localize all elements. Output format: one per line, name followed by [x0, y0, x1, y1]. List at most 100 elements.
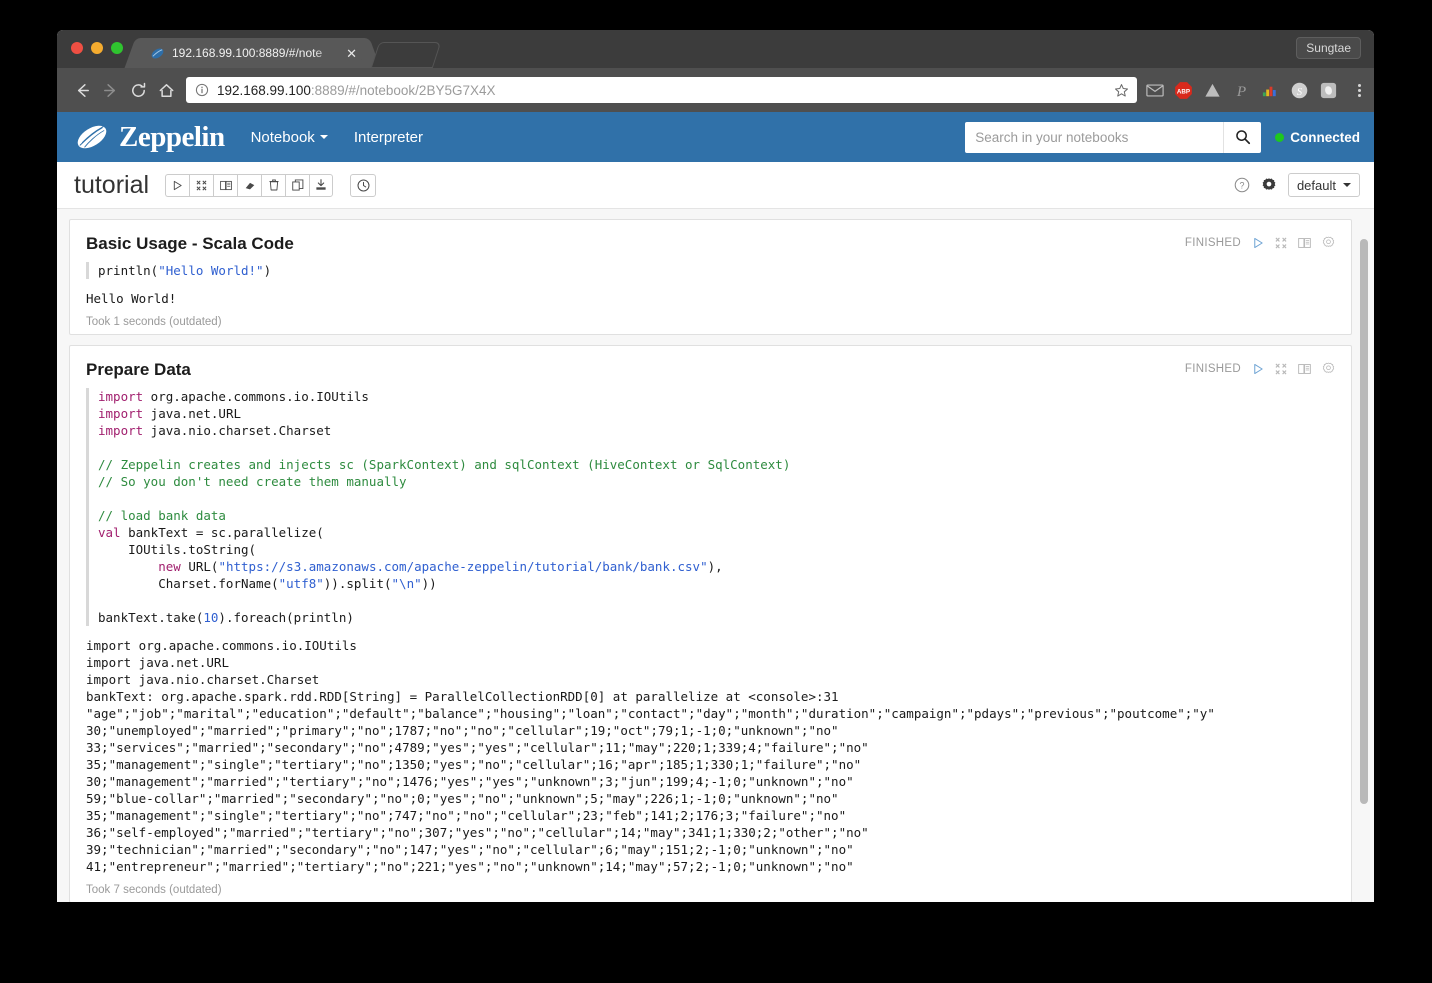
zeppelin-logo-icon: [74, 122, 110, 152]
maximize-window-button[interactable]: [111, 42, 123, 54]
hide-show-all-code-button[interactable]: [189, 174, 213, 197]
reload-button[interactable]: [124, 76, 152, 104]
svg-text:S: S: [1297, 86, 1303, 97]
address-bar[interactable]: 192.168.99.100:8889/#/notebook/2BY5G7X4X: [186, 77, 1137, 103]
question-circle-icon[interactable]: ?: [1234, 177, 1250, 193]
close-window-button[interactable]: [71, 42, 83, 54]
pocket-icon[interactable]: P: [1232, 81, 1251, 100]
paragraph-collapse-icon[interactable]: [1275, 237, 1287, 249]
mail-icon[interactable]: [1145, 81, 1164, 100]
status-badge: FINISHED: [1185, 363, 1241, 375]
eraser-icon: [244, 180, 256, 191]
navbar-right: Connected: [965, 122, 1360, 153]
browser-tab-title: 192.168.99.100:8889/#/note: [172, 46, 343, 60]
paragraph-run-icon[interactable]: [1252, 363, 1264, 375]
connection-status: Connected: [1275, 130, 1360, 145]
page-title[interactable]: tutorial: [74, 171, 149, 200]
browser-window: 192.168.99.100:8889/#/note ✕ Sungtae 192…: [57, 30, 1374, 902]
new-tab-button[interactable]: [371, 42, 441, 68]
paragraph-header: Basic Usage - Scala Code FINISHED: [86, 234, 1335, 254]
notebook-header-right: ? default: [1234, 173, 1360, 197]
nav-link-notebook-label: Notebook: [251, 129, 315, 146]
delete-notebook-button[interactable]: [261, 174, 285, 197]
paragraph-status-bar: FINISHED: [1185, 234, 1335, 249]
paragraph-gear-icon[interactable]: [1322, 362, 1335, 375]
brand[interactable]: Zeppelin: [74, 121, 225, 154]
paragraph-output: Hello World!: [86, 290, 1335, 307]
paragraph-book-icon[interactable]: [1298, 363, 1311, 375]
paragraph-title: Prepare Data: [86, 360, 191, 380]
paragraph-run-icon[interactable]: [1252, 237, 1264, 249]
search-box: [965, 122, 1261, 153]
zeppelin-navbar: Zeppelin Notebook Interpreter: [57, 112, 1374, 162]
home-button[interactable]: [152, 76, 180, 104]
adobe-icon[interactable]: [1203, 81, 1222, 100]
search-input[interactable]: [965, 122, 1223, 153]
browser-tab[interactable]: 192.168.99.100:8889/#/note ✕: [140, 38, 365, 68]
paragraph[interactable]: Prepare Data FINISHED: [69, 345, 1352, 902]
notebook-scrollbar[interactable]: [1360, 227, 1368, 887]
nav-link-interpreter[interactable]: Interpreter: [354, 129, 423, 146]
play-icon: [172, 180, 183, 191]
scrollbar-thumb[interactable]: [1360, 239, 1368, 804]
paragraph-status-bar: FINISHED: [1185, 360, 1335, 375]
window-controls: [71, 42, 123, 54]
svg-text:?: ?: [1239, 181, 1244, 191]
search-button[interactable]: [1223, 122, 1261, 153]
download-icon: [315, 179, 327, 191]
clear-all-output-button[interactable]: [237, 174, 261, 197]
paragraph-gear-icon[interactable]: [1322, 236, 1335, 249]
clock-icon: [357, 179, 370, 192]
page-info-icon[interactable]: [195, 83, 209, 97]
chevron-down-icon: [1343, 183, 1351, 187]
paragraph-code: import org.apache.commons.io.IOUtils imp…: [98, 388, 1335, 626]
back-button[interactable]: [68, 76, 96, 104]
status-dot-icon: [1275, 133, 1284, 142]
export-notebook-button[interactable]: [309, 174, 333, 197]
hide-show-all-output-button[interactable]: [213, 174, 237, 197]
connection-status-label: Connected: [1290, 130, 1360, 145]
paragraph-collapse-icon[interactable]: [1275, 363, 1287, 375]
svg-text:ABP: ABP: [1177, 88, 1190, 95]
search-icon: [1235, 129, 1251, 145]
copy-icon: [292, 179, 304, 191]
paragraph[interactable]: Basic Usage - Scala Code FINISHED: [69, 219, 1352, 335]
nav-link-notebook[interactable]: Notebook: [251, 129, 328, 146]
notebook-header: tutorial: [57, 162, 1374, 209]
paragraph-book-icon[interactable]: [1298, 237, 1311, 249]
gear-icon[interactable]: [1261, 177, 1277, 193]
svg-text:P: P: [1236, 83, 1246, 100]
brand-text: Zeppelin: [119, 121, 225, 154]
chrome-menu-icon[interactable]: [1358, 84, 1361, 97]
address-host: 192.168.99.100: [217, 83, 311, 98]
browser-toolbar: 192.168.99.100:8889/#/notebook/2BY5G7X4X…: [57, 68, 1374, 112]
book-icon: [220, 180, 232, 191]
paragraph-took: Took 7 seconds (outdated): [86, 884, 1335, 896]
clone-notebook-button[interactable]: [285, 174, 309, 197]
paragraph-output: import org.apache.commons.io.IOUtils imp…: [86, 637, 1335, 875]
forward-button[interactable]: [96, 76, 124, 104]
adblock-plus-icon[interactable]: ABP: [1174, 81, 1193, 100]
interpreter-binding-label: default: [1297, 178, 1336, 193]
skype-icon[interactable]: S: [1290, 81, 1309, 100]
collapse-icon: [196, 180, 207, 191]
colorpick-icon[interactable]: [1261, 81, 1280, 100]
profile-button[interactable]: Sungtae: [1296, 37, 1361, 59]
cron-scheduler-button[interactable]: [350, 174, 376, 197]
screen: 192.168.99.100:8889/#/note ✕ Sungtae 192…: [0, 0, 1432, 983]
run-all-paragraphs-button[interactable]: [165, 174, 189, 197]
address-path: :8889/#/notebook/2BY5G7X4X: [311, 83, 496, 98]
chevron-down-icon: [320, 135, 328, 139]
address-bar-url: 192.168.99.100:8889/#/notebook/2BY5G7X4X: [217, 83, 1108, 98]
minimize-window-button[interactable]: [91, 42, 103, 54]
paragraph-editor[interactable]: println("Hello World!"): [86, 262, 1335, 279]
notebook-body: Basic Usage - Scala Code FINISHED: [57, 209, 1374, 902]
evernote-icon[interactable]: [1319, 81, 1338, 100]
paragraph-code: println("Hello World!"): [98, 262, 1335, 279]
bookmark-star-icon[interactable]: [1114, 83, 1129, 98]
interpreter-binding-select[interactable]: default: [1288, 173, 1360, 197]
paragraph-editor[interactable]: import org.apache.commons.io.IOUtils imp…: [86, 388, 1335, 626]
trash-icon: [269, 179, 279, 191]
zeppelin-favicon-icon: [150, 46, 165, 61]
close-tab-button[interactable]: ✕: [346, 47, 357, 60]
